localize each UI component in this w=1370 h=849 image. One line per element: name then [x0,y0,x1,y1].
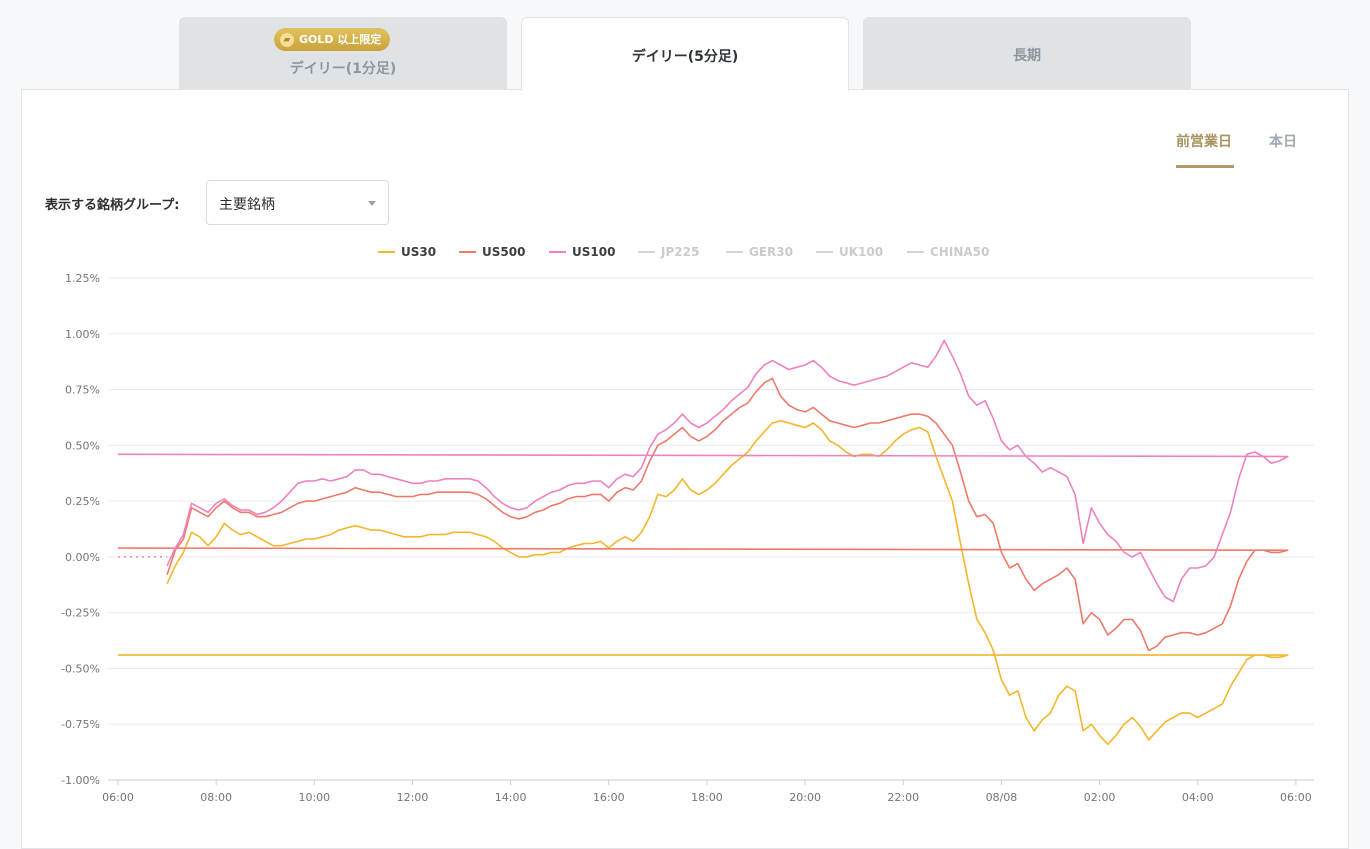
y-tick-label: -1.00% [61,774,100,787]
legend-label: US500 [482,245,525,259]
y-tick-label: 0.25% [65,495,100,508]
x-tick-label: 10:00 [298,791,330,804]
x-tick-label: 18:00 [691,791,723,804]
series-line-us500 [117,377,1289,652]
legend-item-us100[interactable]: US100 [549,245,615,259]
y-tick-label: -0.75% [61,718,100,731]
line-chart: 1.25% 1.00% 0.75% 0.50% 0.25% 0.00% -0.25% -0.5… [61,245,1314,804]
x-tick-label: 22:00 [887,791,919,804]
legend-item-china50[interactable]: CHINA50 [907,245,989,259]
x-tick-label: 12:00 [397,791,429,804]
y-tick-label: -0.50% [61,662,100,675]
y-tick-label: 0.00% [65,551,100,564]
legend-item-us500[interactable]: US500 [459,245,525,259]
legend-label: US100 [572,245,615,259]
x-tick-label: 06:00 [1280,791,1312,804]
legend-item-us30[interactable]: US30 [378,245,436,259]
x-tick-label: 08/08 [986,791,1018,804]
y-tick-label: 0.75% [65,384,100,397]
legend-label: GER30 [749,245,793,259]
y-tick-label: 0.50% [65,439,100,452]
legend-item-jp225[interactable]: JP225 [638,245,699,259]
x-tick-label: 02:00 [1084,791,1116,804]
series-line-us30 [118,420,1289,746]
x-tick-label: 20:00 [789,791,821,804]
series-line-us100 [117,339,1289,603]
legend-label: CHINA50 [930,245,989,259]
legend-item-uk100[interactable]: UK100 [816,245,883,259]
legend-label: US30 [401,245,436,259]
legend-item-ger30[interactable]: GER30 [726,245,793,259]
y-tick-label: 1.00% [65,328,100,341]
x-tick-label: 08:00 [200,791,232,804]
y-tick-label: -0.25% [61,607,100,620]
legend-label: UK100 [839,245,883,259]
legend-label: JP225 [660,245,699,259]
x-tick-label: 14:00 [495,791,527,804]
x-tick-label: 16:00 [593,791,625,804]
y-tick-label: 1.25% [65,272,100,285]
x-tick-label: 06:00 [102,791,134,804]
x-tick-label: 04:00 [1182,791,1214,804]
